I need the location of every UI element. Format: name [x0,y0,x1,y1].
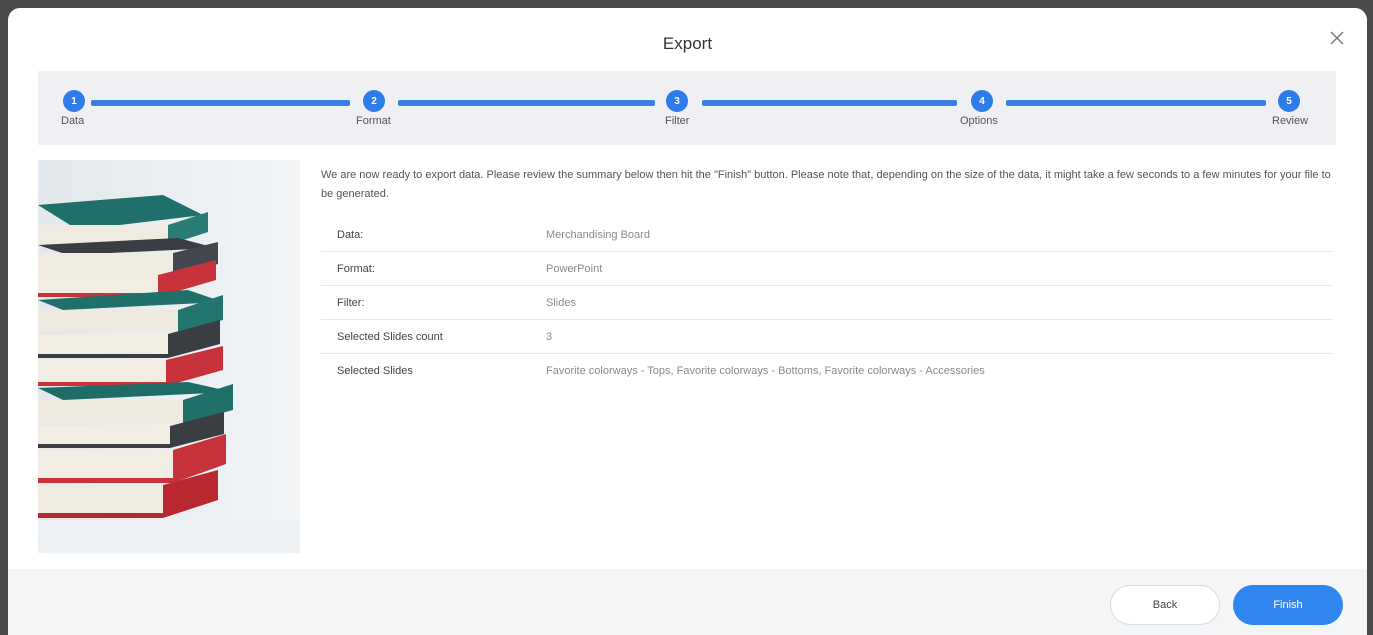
dialog-title: Export [662,34,713,53]
close-button[interactable] [1329,30,1345,46]
summary-row-value: Merchandising Board [546,228,650,241]
stacked-books-image [38,160,300,553]
step-label-review: Review [1272,115,1309,127]
back-button[interactable]: Back [1110,585,1220,625]
step-number: 4 [979,95,985,107]
step-format[interactable]: 2 [363,90,385,112]
summary-row-label: Selected Slides [337,365,413,377]
summary-panel: We are now ready to export data. Please … [321,166,1336,388]
step-data[interactable]: 1 [63,90,85,112]
books-illustration [38,160,300,553]
step-number: 3 [674,95,680,107]
export-stepper: 1 Data 2 Format 3 Filter 4 Options 5 Rev… [38,71,1336,145]
summary-row-value: Slides [546,296,576,309]
export-dialog: Export 1 Data 2 Format 3 Filter 4 Option… [8,8,1367,635]
step-label-filter: Filter [665,115,690,127]
summary-row: Selected Slides count 3 [321,320,1333,354]
summary-row-label: Filter: [337,296,365,309]
summary-row-label: Format: [337,262,375,275]
step-number: 5 [1286,95,1292,107]
step-review[interactable]: 5 [1278,90,1300,112]
summary-table: Data: Merchandising Board Format: PowerP… [321,218,1333,388]
summary-intro: We are now ready to export data. Please … [321,169,1331,200]
dialog-footer: Back Finish [8,569,1367,635]
summary-row: Selected Slides Favorite colorways - Top… [321,354,1333,388]
step-options[interactable]: 4 [971,90,993,112]
summary-row-label: Selected Slides count [337,330,443,343]
step-connector [91,100,350,106]
finish-button[interactable]: Finish [1233,585,1343,625]
summary-row-label: Data: [337,228,364,241]
summary-row: Format: PowerPoint [321,252,1333,286]
summary-row: Filter: Slides [321,286,1333,320]
step-label-data: Data [61,115,85,127]
summary-row-value: 3 [546,330,553,343]
step-label-options: Options [960,115,998,127]
summary-row-value: PowerPoint [546,262,603,275]
summary-row: Data: Merchandising Board [321,218,1333,252]
close-icon [1330,31,1344,45]
step-number: 2 [371,95,377,107]
step-label-format: Format [356,115,391,127]
summary-row-value: Favorite colorways - Tops, Favorite colo… [546,365,985,377]
step-connector [1006,100,1266,106]
step-connector [398,100,655,106]
step-number: 1 [71,95,77,107]
step-filter[interactable]: 3 [666,90,688,112]
step-connector [702,100,957,106]
